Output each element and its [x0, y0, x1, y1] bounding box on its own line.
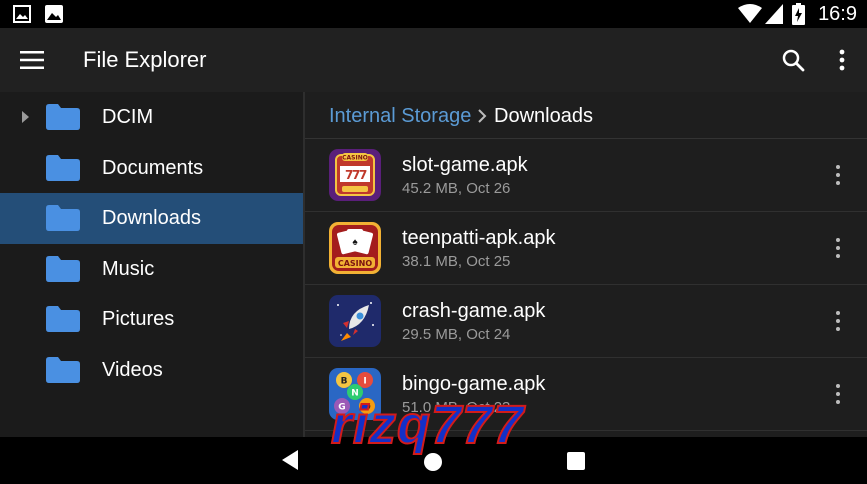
- folder-icon: [46, 306, 80, 332]
- sidebar-item-videos[interactable]: Videos: [0, 345, 303, 396]
- sidebar-item-label: Videos: [102, 358, 163, 381]
- file-name: bingo-game.apk: [402, 373, 546, 395]
- sidebar-item-pictures[interactable]: Pictures: [0, 294, 303, 345]
- svg-text:♠: ♠: [352, 237, 358, 248]
- sidebar-item-downloads[interactable]: Downloads: [0, 193, 303, 244]
- folder-icon: [46, 356, 80, 383]
- file-meta: 45.2 MB, Oct 26: [402, 180, 511, 197]
- status-bar: 16:9: [0, 0, 867, 28]
- sidebar-item-label: Pictures: [102, 308, 175, 330]
- breadcrumb-root-link[interactable]: Internal Storage: [329, 104, 471, 128]
- folder-sidebar: DCIM Documents Downloads Music Pictures …: [0, 92, 305, 437]
- sidebar-item-label: DCIM: [102, 106, 154, 128]
- breadcrumb: Internal Storage Downloads: [305, 92, 867, 139]
- wifi-icon: [738, 4, 762, 23]
- recents-icon[interactable]: [567, 452, 585, 470]
- image-notification-icon: [13, 5, 31, 23]
- file-meta: 29.5 MB, Oct 24: [402, 326, 511, 343]
- file-list: CASINO 7 7 7 slot-game.apk 45.2 MB, Oct …: [305, 139, 867, 431]
- chevron-right-icon: [478, 109, 487, 123]
- file-name: teenpatti-apk.apk: [402, 227, 556, 249]
- home-icon[interactable]: [423, 452, 443, 472]
- more-vert-icon[interactable]: [831, 309, 845, 333]
- icon-text: CASINO: [342, 155, 368, 162]
- breadcrumb-current: Downloads: [494, 105, 593, 127]
- folder-icon: [46, 255, 80, 282]
- menu-icon[interactable]: [20, 50, 44, 70]
- file-panel: Internal Storage Downloads CASINO 7 7 7: [305, 92, 867, 437]
- sidebar-item-label: Documents: [102, 156, 204, 179]
- file-name: slot-game.apk: [402, 154, 528, 176]
- battery-charging-icon: [792, 3, 805, 25]
- ball-letter: B: [341, 377, 348, 387]
- cell-signal-icon: [765, 4, 783, 24]
- sidebar-item-documents[interactable]: Documents: [0, 143, 303, 194]
- back-icon[interactable]: [281, 449, 299, 471]
- sidebar-item-label: Music: [102, 257, 155, 280]
- file-row-teenpatti[interactable]: ♠ CASINO teenpatti-apk.apk 38.1 MB, Oct …: [305, 212, 867, 285]
- photo-notification-icon: [45, 5, 63, 23]
- sidebar-item-label: Downloads: [102, 207, 201, 229]
- watermark-text: rizq777: [330, 394, 525, 456]
- search-icon[interactable]: [781, 48, 805, 72]
- icon-text: CASINO: [338, 259, 372, 268]
- file-meta: 38.1 MB, Oct 25: [402, 253, 511, 270]
- slot-machine-icon: CASINO 7 7 7: [329, 149, 381, 201]
- file-row-slot-game[interactable]: CASINO 7 7 7 slot-game.apk 45.2 MB, Oct …: [305, 139, 867, 212]
- more-vert-icon[interactable]: [831, 163, 845, 187]
- sidebar-item-music[interactable]: Music: [0, 244, 303, 295]
- folder-icon: [46, 154, 80, 181]
- rocket-icon: [329, 295, 381, 347]
- ball-letter: I: [363, 377, 366, 387]
- more-vert-icon[interactable]: [831, 382, 845, 406]
- svg-text:7: 7: [359, 168, 367, 182]
- file-name: crash-game.apk: [402, 300, 546, 322]
- app-bar: File Explorer: [0, 28, 867, 92]
- sidebar-item-dcim[interactable]: DCIM: [0, 92, 303, 143]
- expand-arrow-icon[interactable]: [20, 109, 30, 125]
- app-title: File Explorer: [83, 47, 207, 72]
- status-time: 16:9: [818, 3, 857, 25]
- file-row-crash-game[interactable]: crash-game.apk 29.5 MB, Oct 24: [305, 285, 867, 358]
- more-vert-icon[interactable]: [832, 48, 852, 72]
- folder-icon: [46, 205, 80, 231]
- playing-cards-icon: ♠ CASINO: [329, 222, 381, 274]
- more-vert-icon[interactable]: [831, 236, 845, 260]
- folder-icon: [46, 104, 80, 130]
